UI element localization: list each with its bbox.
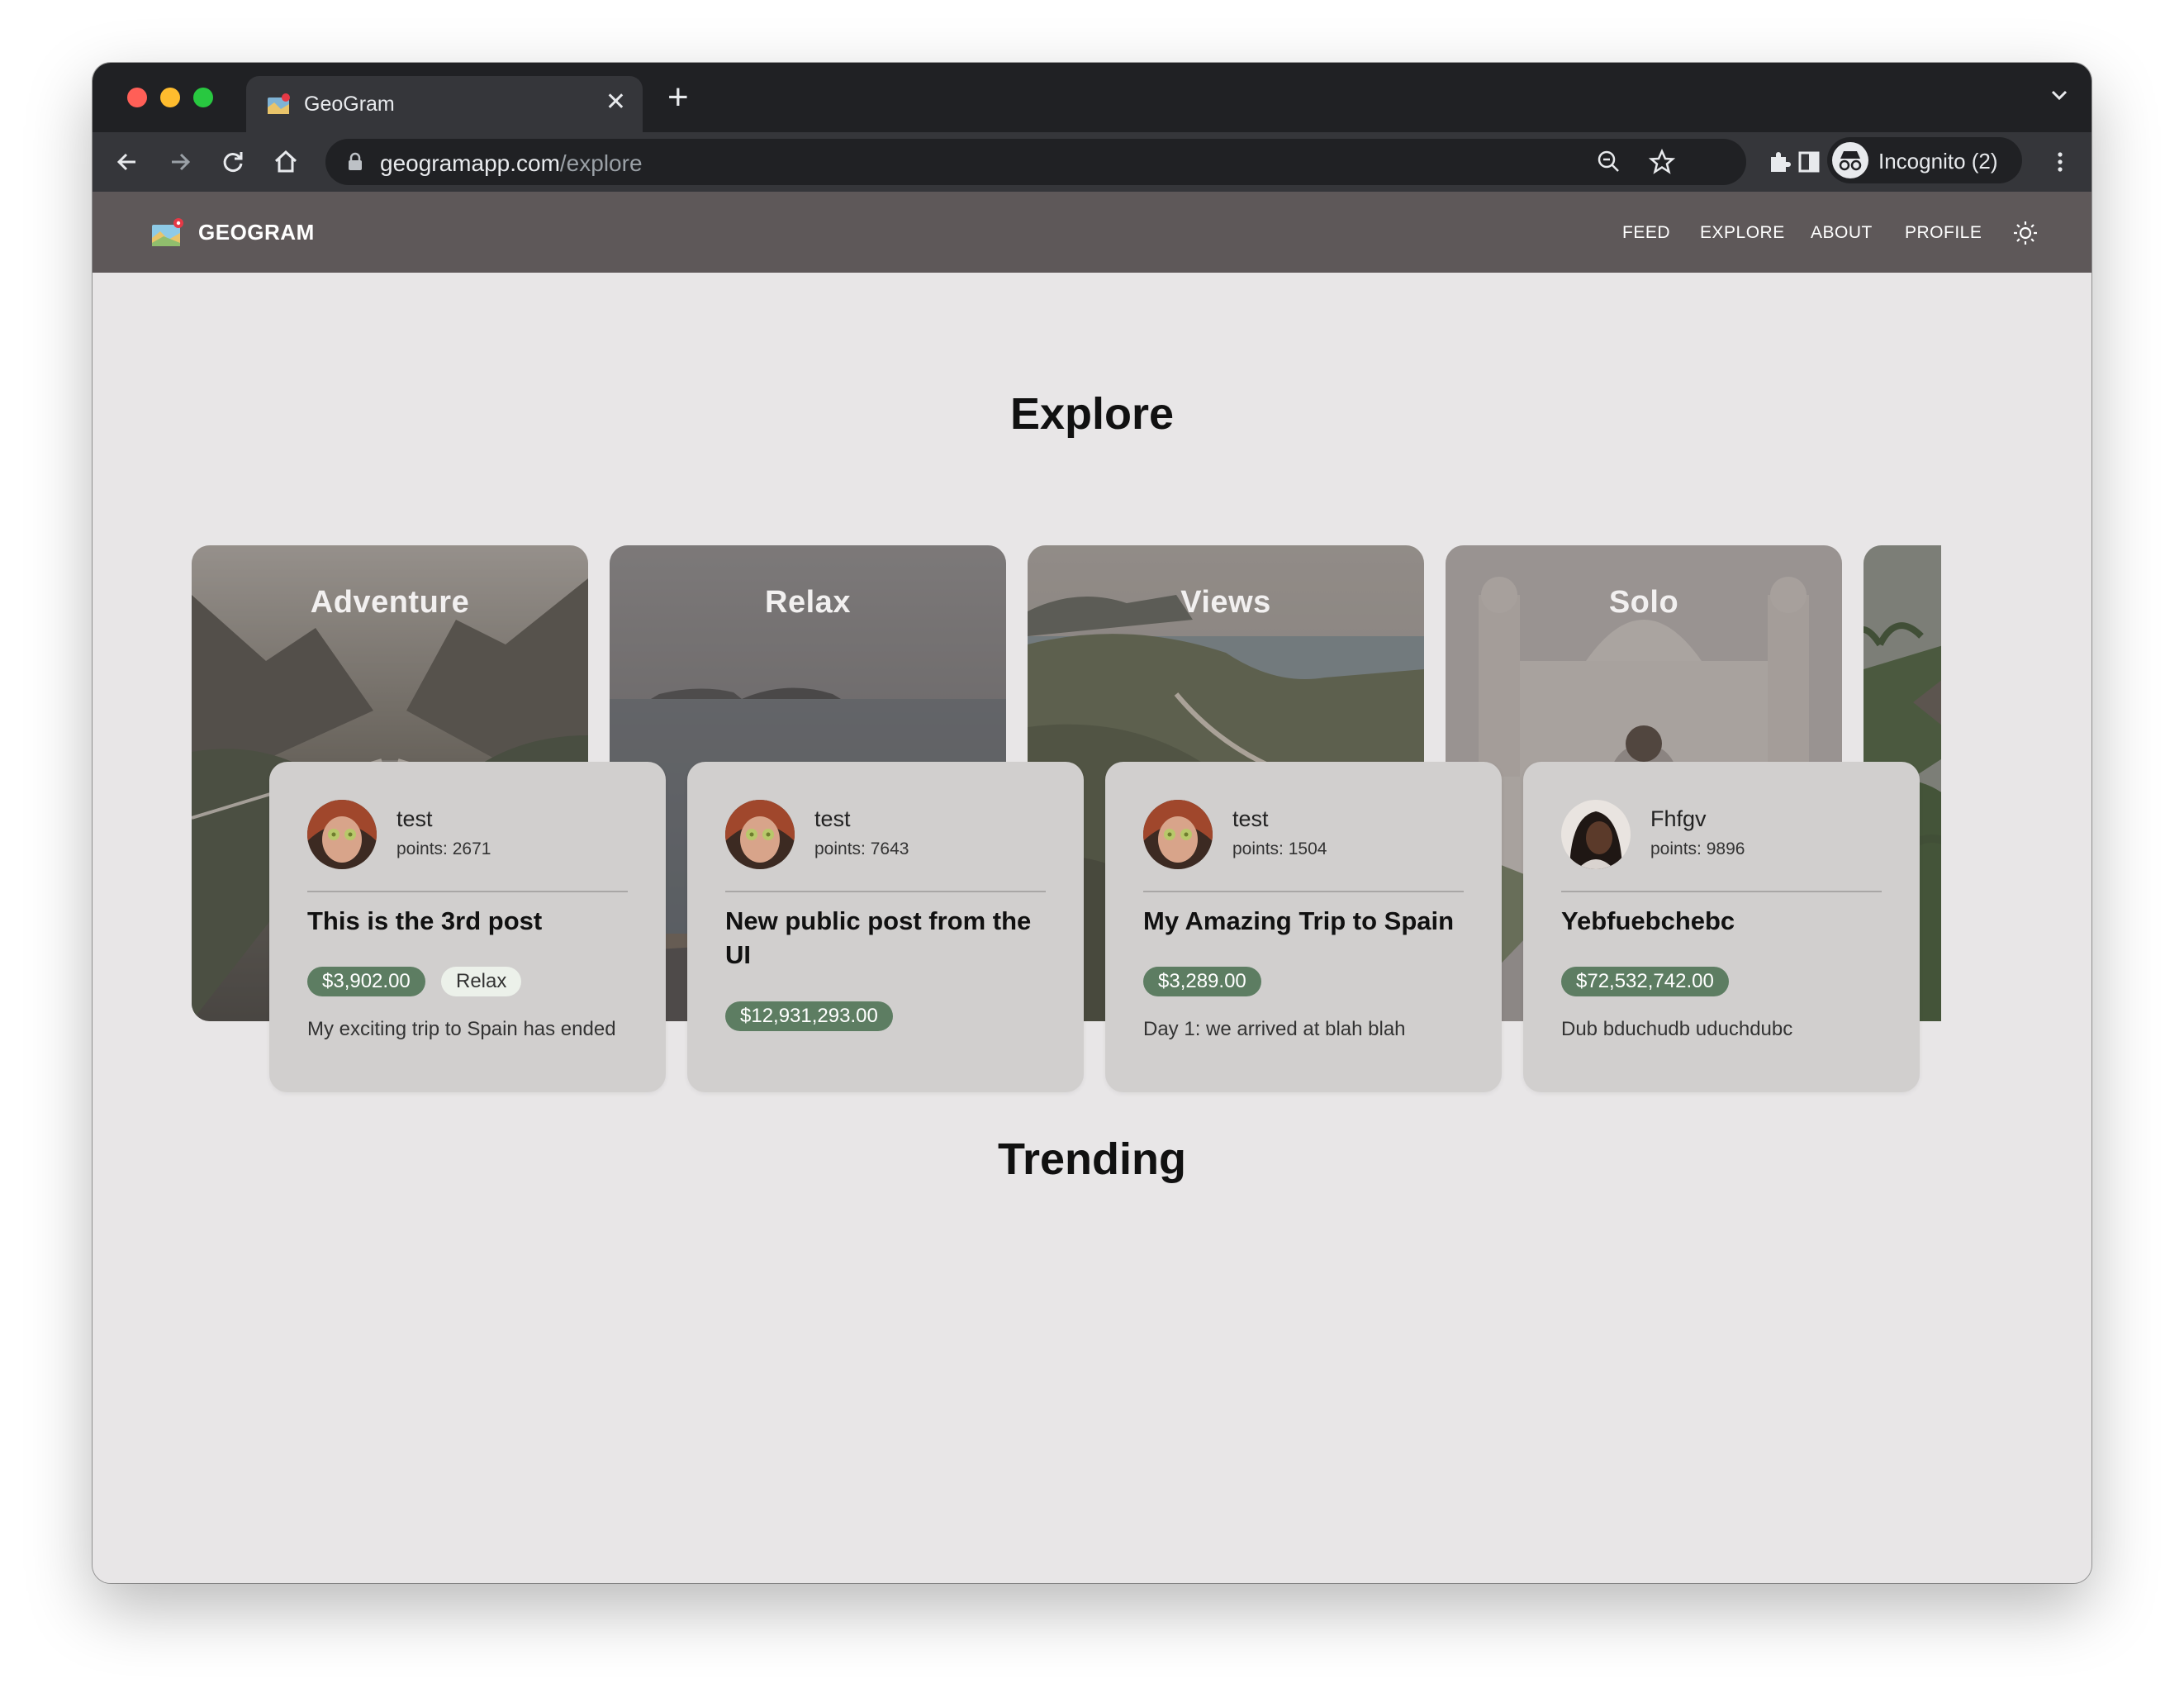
divider — [1143, 891, 1464, 892]
post-title[interactable]: New public post from the UI — [725, 904, 1047, 972]
reload-icon[interactable] — [218, 147, 248, 177]
post-user-points: points: 7643 — [814, 839, 909, 858]
maximize-window-button[interactable] — [193, 88, 213, 107]
category-label-lu: Lu — [1864, 585, 1941, 621]
price-badge: $12,931,293.00 — [725, 1001, 893, 1031]
post-title[interactable]: This is the 3rd post — [307, 904, 629, 938]
category-label-views: Views — [1180, 585, 1271, 620]
avatar[interactable] — [725, 800, 795, 869]
app-navbar: GEOGRAM FEED EXPLORE ABOUT PROFILE — [93, 192, 2091, 273]
post-user-points: points: 1504 — [1232, 839, 1327, 858]
post-user-points: points: 2671 — [396, 839, 491, 858]
tab-search-chevron-icon[interactable] — [2049, 84, 2070, 106]
post-excerpt: My exciting trip to Spain has ended — [307, 1018, 616, 1040]
post-title[interactable]: Yebfuebchebc — [1561, 904, 1883, 938]
divider — [725, 891, 1046, 892]
nav-profile[interactable]: PROFILE — [1905, 223, 1982, 243]
post-username[interactable]: test — [1232, 806, 1269, 832]
close-window-button[interactable] — [127, 88, 147, 107]
post-username[interactable]: Fhfgv — [1650, 806, 1707, 832]
post-user-points: points: 9896 — [1650, 839, 1745, 858]
home-icon[interactable] — [271, 147, 301, 177]
post-excerpt: Dub bduchudb uduchdubc — [1561, 1018, 1793, 1040]
price-badge: $3,902.00 — [307, 967, 425, 996]
nav-about[interactable]: ABOUT — [1811, 223, 1873, 243]
trending-heading: Trending — [998, 1134, 1186, 1184]
address-bar[interactable]: geogramapp.com/explore — [325, 139, 1746, 185]
price-badge: $72,532,742.00 — [1561, 967, 1729, 996]
theme-toggle-icon[interactable] — [2012, 220, 2039, 246]
avatar[interactable] — [1561, 800, 1631, 869]
tab-close-icon[interactable]: ✕ — [605, 88, 626, 116]
tab-strip: GeoGram ✕ + — [93, 63, 2091, 132]
side-panel-icon[interactable] — [1794, 147, 1824, 177]
category-label-relax: Relax — [765, 585, 851, 620]
avatar[interactable] — [1143, 800, 1213, 869]
post-card[interactable]: Fhfgv points: 9896 Yebfuebchebc $72,532,… — [1523, 762, 1920, 1092]
divider — [307, 891, 628, 892]
page-content: Explore Adventure Relax Views Solo Trend… — [93, 273, 2091, 1583]
url-text[interactable]: geogramapp.com/explore — [380, 150, 643, 177]
new-tab-button[interactable]: + — [667, 79, 689, 116]
incognito-icon — [1832, 142, 1868, 178]
star-icon[interactable] — [1647, 147, 1677, 177]
url-path: /explore — [559, 150, 643, 176]
incognito-label: Incognito (2) — [1878, 149, 1998, 174]
post-card[interactable]: test points: 7643 New public post from t… — [687, 762, 1084, 1092]
category-label-adventure: Adventure — [310, 585, 470, 620]
post-username[interactable]: test — [814, 806, 851, 832]
post-excerpt: Day 1: we arrived at blah blah — [1143, 1018, 1406, 1040]
post-card[interactable]: test points: 1504 My Amazing Trip to Spa… — [1105, 762, 1502, 1092]
geogram-logo-icon[interactable] — [150, 216, 187, 250]
price-badge: $3,289.00 — [1143, 967, 1261, 996]
menu-icon[interactable] — [2045, 147, 2075, 177]
extensions-icon[interactable] — [1764, 147, 1794, 177]
browser-toolbar: geogramapp.com/explore Incognito (2) — [93, 132, 2091, 192]
browser-window: GeoGram ✕ + geogramapp.com/explore Incog… — [93, 63, 2091, 1583]
post-card[interactable]: test points: 2671 This is the 3rd post $… — [269, 762, 666, 1092]
post-username[interactable]: test — [396, 806, 433, 832]
tab-title: GeoGram — [304, 93, 395, 116]
forward-icon[interactable] — [165, 147, 195, 177]
browser-tab[interactable]: GeoGram ✕ — [246, 76, 643, 132]
explore-heading: Explore — [1009, 389, 1175, 439]
post-title[interactable]: My Amazing Trip to Spain — [1143, 904, 1465, 938]
zoom-icon[interactable] — [1594, 147, 1624, 177]
brand-name[interactable]: GEOGRAM — [198, 220, 315, 245]
nav-feed[interactable]: FEED — [1622, 223, 1670, 243]
minimize-window-button[interactable] — [160, 88, 180, 107]
divider — [1561, 891, 1882, 892]
url-domain: geogramapp.com — [380, 150, 560, 176]
geogram-favicon-icon — [268, 93, 290, 114]
back-icon[interactable] — [112, 147, 142, 177]
nav-explore[interactable]: EXPLORE — [1700, 223, 1785, 243]
incognito-profile-button[interactable]: Incognito (2) — [1827, 137, 2022, 183]
category-tag[interactable]: Relax — [441, 967, 522, 996]
lock-icon[interactable] — [347, 152, 363, 172]
category-label-solo: Solo — [1608, 585, 1679, 620]
avatar[interactable] — [307, 800, 377, 869]
